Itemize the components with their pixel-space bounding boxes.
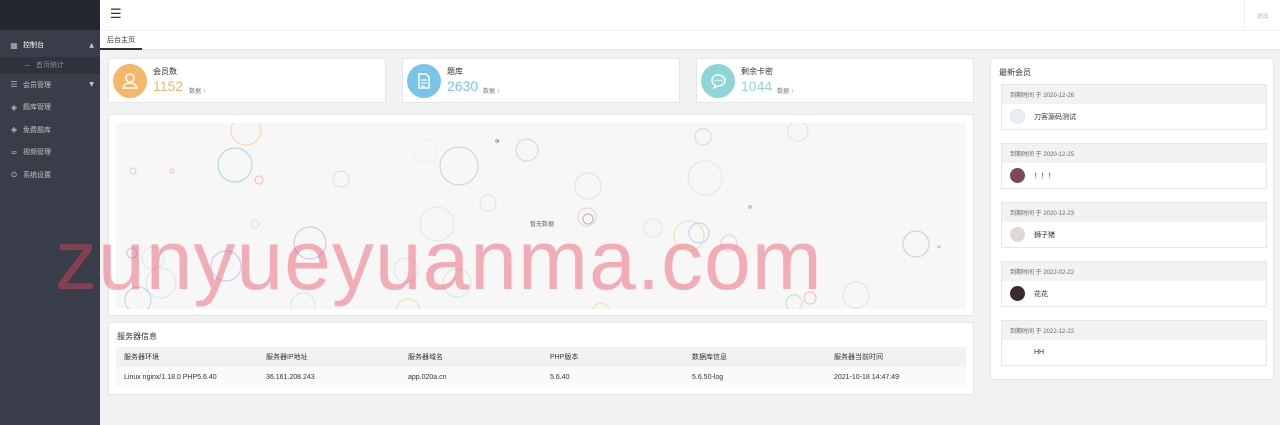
table-header-cell: 数据库信息: [684, 347, 826, 367]
sidebar-item-label: 免费题库: [23, 126, 51, 134]
layers-icon: ◈: [10, 102, 18, 112]
logout-button[interactable]: 退出: [1244, 0, 1280, 31]
member-item: 到期时间 于 2020-12-23 狮子猪: [1001, 202, 1267, 248]
chart-card: 暂无数据: [108, 114, 974, 316]
sidebar-item-label: 控制台: [23, 42, 44, 50]
stat-label: 题库: [447, 67, 463, 76]
member-item: 到期时间 于 2020-12-26 刀客源码测试: [1001, 84, 1267, 130]
avatar: [1010, 345, 1025, 360]
member-expire: 到期时间 于 2020-12-25: [1002, 144, 1266, 163]
table-header-cell: 服务器环境: [116, 347, 258, 367]
settings-icon: ⊙: [10, 170, 18, 180]
member-name: 花花: [1034, 290, 1048, 298]
sidebar-item-dashboard[interactable]: ▦ 控制台 ▲: [0, 34, 100, 57]
table-header-cell: 服务器域名: [400, 347, 542, 367]
member-item: 到期时间 于 2020-12-25 ！！！: [1001, 143, 1267, 189]
stat-unit: 数据 ↑: [483, 89, 500, 95]
tab-home[interactable]: 后台主页: [100, 31, 142, 50]
stat-value: 1044: [741, 78, 773, 94]
avatar: [1010, 286, 1025, 301]
chart-area: 暂无数据: [116, 123, 966, 309]
table-cell: app.020a.cn: [400, 367, 542, 387]
avatar: [1010, 168, 1025, 183]
chat-icon: [701, 64, 735, 98]
table-header-cell: 服务器IP地址: [258, 347, 400, 367]
member-expire: 到期时间 于 2022-12-22: [1002, 321, 1266, 340]
sidebar-nav: ▦ 控制台 ▲ 首页统计 ☰ 会员管理 ▼ ◈ 题库管理 ◈ 免费题库 ∞ 视频…: [0, 30, 100, 186]
chevron-up-icon: ▲: [89, 41, 94, 49]
sidebar-item-settings[interactable]: ⊙ 系统设置: [0, 164, 100, 187]
stat-card-members: 会员数 1152 数据 ↑: [108, 58, 386, 103]
table-header-cell: 服务器当前时间: [826, 347, 966, 367]
table-header-row: 服务器环境 服务器IP地址 服务器域名 PHP版本 数据库信息 服务器当前时间: [116, 347, 966, 367]
arrow-up-icon: ↑: [790, 89, 794, 95]
sidebar: ▦ 控制台 ▲ 首页统计 ☰ 会员管理 ▼ ◈ 题库管理 ◈ 免费题库 ∞ 视频…: [0, 0, 100, 425]
chevron-down-icon: ▼: [89, 81, 94, 89]
decorative-bubbles: [124, 123, 941, 309]
server-info-card: 服务器信息 服务器环境 服务器IP地址 服务器域名 PHP版本 数据库信息 服务…: [108, 322, 974, 395]
document-icon: [407, 64, 441, 98]
member-item: 到期时间 于 2022-02-22 花花: [1001, 261, 1267, 307]
avatar: [1010, 227, 1025, 242]
stat-card-question-bank: 题库 2630 数据 ↑: [402, 58, 680, 103]
grid-icon: ▦: [10, 40, 18, 50]
server-info-table: 服务器环境 服务器IP地址 服务器域名 PHP版本 数据库信息 服务器当前时间 …: [116, 347, 966, 387]
stat-value: 2630: [447, 78, 479, 94]
table-cell: Linux nginx/1.18.0 PHP5.6.40: [116, 367, 258, 387]
stat-unit: 数据 ↑: [777, 89, 794, 95]
stat-value: 1152: [153, 78, 184, 94]
member-name: HH: [1034, 349, 1045, 356]
member-expire: 到期时间 于 2020-12-23: [1002, 203, 1266, 222]
sidebar-item-video[interactable]: ∞ 视频管理: [0, 141, 100, 164]
sidebar-item-label: 题库管理: [23, 104, 51, 112]
member-name: 狮子猪: [1034, 231, 1055, 239]
layers-icon: ◈: [10, 125, 18, 135]
table-cell: 5.6.50-log: [684, 367, 826, 387]
user-icon: [113, 64, 147, 98]
sidebar-item-label: 系统设置: [23, 171, 51, 179]
latest-members-title: 最新会员: [999, 68, 1031, 77]
table-cell: 5.6.40: [542, 367, 684, 387]
arrow-up-icon: ↑: [202, 89, 206, 95]
member-item: 到期时间 于 2022-12-22 HH: [1001, 320, 1267, 366]
avatar: [1010, 109, 1025, 124]
server-info-title: 服务器信息: [117, 332, 157, 341]
member-expire: 到期时间 于 2022-02-22: [1002, 262, 1266, 281]
stat-unit: 数据 ↑: [189, 89, 206, 95]
table-header-cell: PHP版本: [542, 347, 684, 367]
sidebar-subitem-label: 首页统计: [36, 62, 64, 69]
sidebar-item-members[interactable]: ☰ 会员管理 ▼: [0, 74, 100, 97]
sidebar-item-label: 视频管理: [23, 149, 51, 157]
stat-label: 剩余卡密: [741, 67, 773, 76]
sidebar-subitem-home-stats[interactable]: 首页统计: [0, 56, 100, 74]
table-cell: 36.161.208.243: [258, 367, 400, 387]
chart-empty-text: 暂无数据: [530, 222, 555, 228]
member-expire: 到期时间 于 2020-12-26: [1002, 85, 1266, 104]
table-cell: 2021-10-18 14:47:49: [826, 367, 966, 387]
sidebar-item-label: 会员管理: [23, 81, 51, 89]
table-row: Linux nginx/1.18.0 PHP5.6.40 36.161.208.…: [116, 367, 966, 387]
member-name: ！！！: [1034, 172, 1055, 180]
menu-icon[interactable]: ☰: [110, 7, 122, 22]
link-icon: ∞: [10, 147, 18, 157]
sidebar-item-question-bank[interactable]: ◈ 题库管理: [0, 96, 100, 119]
logo: [0, 0, 100, 30]
top-header: ☰ 退出: [100, 0, 1280, 31]
stat-card-remaining-cards: 剩余卡密 1044 数据 ↑: [696, 58, 974, 103]
stat-label: 会员数: [153, 67, 177, 76]
sidebar-item-free-bank[interactable]: ◈ 免费题库: [0, 119, 100, 142]
tab-bar: 后台主页: [100, 31, 1280, 50]
latest-members-card: 最新会员 到期时间 于 2020-12-26 刀客源码测试 到期时间 于 202…: [990, 58, 1274, 380]
arrow-up-icon: ↑: [496, 89, 500, 95]
list-icon: ☰: [10, 80, 18, 90]
active-indicator: [25, 64, 30, 66]
member-name: 刀客源码测试: [1034, 113, 1076, 121]
